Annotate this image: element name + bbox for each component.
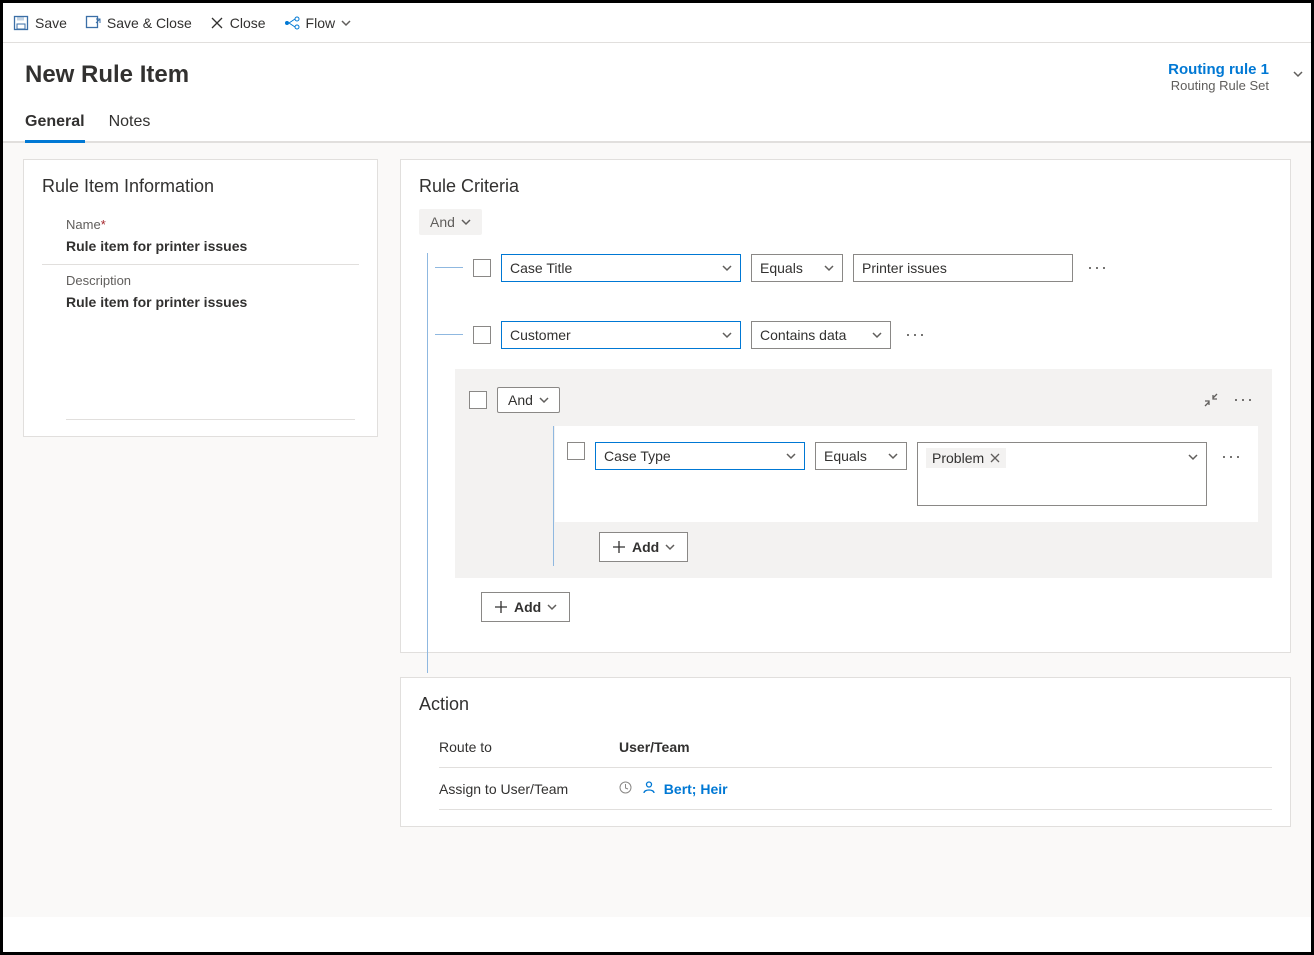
close-icon [210,16,224,30]
assign-field[interactable]: Assign to User/Team Bert; Heir [439,768,1272,810]
nested-condition-row: Case Type Equals Problem [555,426,1258,522]
description-label: Description [66,273,359,288]
nested-add-button[interactable]: Add [599,532,688,562]
save-close-button[interactable]: Save & Close [85,15,192,31]
field-value: Case Title [510,260,572,276]
field-select[interactable]: Customer [501,321,741,349]
group-more-menu[interactable]: ··· [1229,385,1258,414]
remove-tag-icon[interactable] [990,453,1000,463]
description-field[interactable]: Description Rule item for printer issues [42,265,359,320]
operator-value: Contains data [760,327,846,343]
row-checkbox[interactable] [473,326,491,344]
value-tag[interactable]: Problem [926,448,1006,468]
value-input[interactable]: Printer issues [853,254,1073,282]
field-select[interactable]: Case Type [595,442,805,470]
assign-label: Assign to User/Team [439,781,619,797]
save-close-label: Save & Close [107,15,192,31]
collapse-icon[interactable] [1203,392,1219,408]
chevron-down-icon [341,18,351,28]
condition-row: Customer Contains data ··· [435,320,1272,349]
row-more-menu[interactable]: ··· [1217,442,1246,471]
save-label: Save [35,15,67,31]
parent-record-type: Routing Rule Set [1168,78,1269,93]
section-title: Rule Criteria [419,176,1272,197]
add-button[interactable]: Add [481,592,570,622]
chevron-down-icon [888,451,898,461]
route-to-field[interactable]: Route to User/Team [439,727,1272,768]
chevron-down-icon [539,395,549,405]
nested-operator-select[interactable]: And [497,387,560,413]
row-more-menu[interactable]: ··· [1083,253,1112,282]
row-checkbox[interactable] [473,259,491,277]
field-select[interactable]: Case Title [501,254,741,282]
group-checkbox[interactable] [469,391,487,409]
chevron-down-icon [665,542,675,552]
section-title: Action [419,694,1272,715]
operator-select[interactable]: Equals [815,442,907,470]
lock-icon [619,781,632,794]
tabs: General Notes [3,93,1311,143]
close-label: Close [230,15,266,31]
add-label: Add [514,599,541,615]
nested-group: And ··· [455,369,1272,578]
operator-select[interactable]: Equals [751,254,843,282]
chevron-down-icon [872,330,882,340]
value-text: Printer issues [862,260,947,276]
chevron-down-icon [461,217,471,227]
parent-record-link[interactable]: Routing rule 1 [1168,61,1269,78]
name-field[interactable]: Name* Rule item for printer issues [42,209,359,265]
route-to-value[interactable]: User/Team [619,739,690,755]
command-bar: Save Save & Close Close Flow [3,3,1311,43]
spacer [66,320,355,420]
plus-icon [612,540,626,554]
operator-value: Equals [824,448,867,464]
name-label: Name* [66,217,359,232]
section-title: Rule Item Information [42,176,359,197]
tag-text: Problem [932,450,984,466]
tab-general[interactable]: General [25,113,85,141]
page-header: New Rule Item Routing rule 1 Routing Rul… [3,43,1311,93]
field-value: Customer [510,327,571,343]
operator-select[interactable]: Contains data [751,321,891,349]
chevron-down-icon [824,263,834,273]
save-close-icon [85,15,101,31]
flow-button[interactable]: Flow [284,15,352,31]
description-value[interactable]: Rule item for printer issues [66,294,359,310]
rule-item-info-section: Rule Item Information Name* Rule item fo… [23,159,378,437]
tab-notes[interactable]: Notes [109,113,151,141]
chevron-down-icon [547,602,557,612]
nested-operator-label: And [508,392,533,408]
rule-criteria-section: Rule Criteria And Case Title [400,159,1291,653]
chevron-down-icon [786,451,796,461]
row-more-menu[interactable]: ··· [901,320,930,349]
chevron-down-icon [722,263,732,273]
assign-link[interactable]: Bert; Heir [664,781,728,797]
person-icon [642,780,656,794]
plus-icon [494,600,508,614]
save-icon [13,15,29,31]
assign-value[interactable]: Bert; Heir [619,780,728,797]
record-context[interactable]: Routing rule 1 Routing Rule Set [1168,61,1289,93]
add-label: Add [632,539,659,555]
flow-icon [284,15,300,31]
save-button[interactable]: Save [13,15,67,31]
field-value: Case Type [604,448,671,464]
chevron-down-icon [722,330,732,340]
chevron-down-icon[interactable] [1293,69,1303,79]
value-lookup[interactable]: Problem [917,442,1207,506]
tree-branch [435,334,463,335]
row-checkbox[interactable] [567,442,585,460]
route-to-label: Route to [439,739,619,755]
condition-row: Case Title Equals Printer issues ··· [435,253,1272,282]
action-section: Action Route to User/Team Assign to User… [400,677,1291,827]
chevron-down-icon [1188,452,1198,462]
root-operator-label: And [430,214,455,230]
operator-value: Equals [760,260,803,276]
flow-label: Flow [306,15,336,31]
page-title: New Rule Item [25,61,189,89]
close-button[interactable]: Close [210,15,266,31]
name-value[interactable]: Rule item for printer issues [66,238,359,254]
tree-branch [435,267,463,268]
root-operator-select[interactable]: And [419,209,482,235]
